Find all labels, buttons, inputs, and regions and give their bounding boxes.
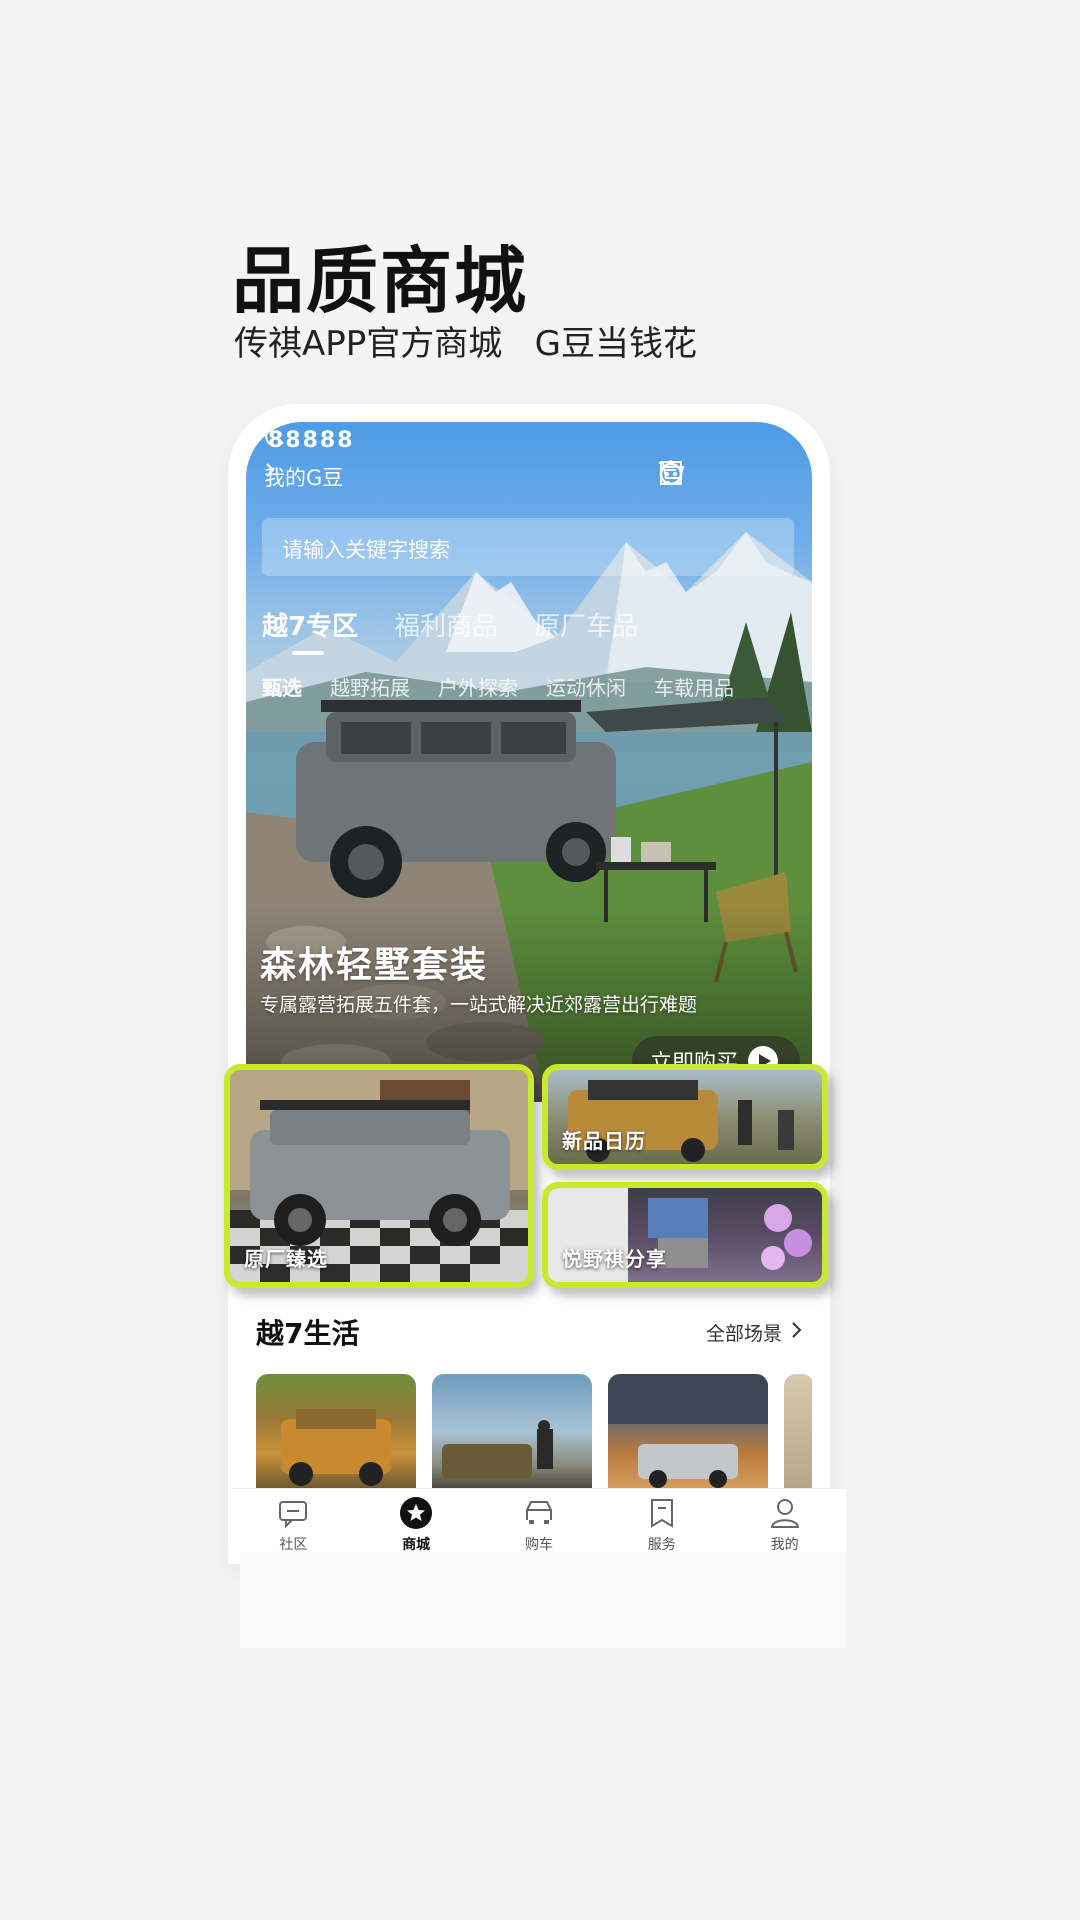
hero-banner[interactable]: 88888 我的G豆 请输入关键字搜索 越7专区 福利商品 原厂车品 甄选 越野…: [246, 422, 812, 1102]
sub-tabs: 甄选 越野拓展 户外探索 运动休闲 车载用品: [262, 672, 734, 701]
my-gdou-link[interactable]: 我的G豆: [264, 462, 349, 492]
new-product-calendar-card[interactable]: 新品日历: [542, 1064, 828, 1170]
nav-buy-car-label: 购车: [524, 1537, 553, 1553]
hero-title: 森林轻墅套装: [260, 945, 489, 986]
profile-icon: [768, 1496, 802, 1530]
search-input[interactable]: 请输入关键字搜索: [262, 518, 794, 576]
phone-screen: 88888 我的G豆 请输入关键字搜索 越7专区 福利商品 原厂车品 甄选 越野…: [246, 422, 812, 1488]
subtab-sports[interactable]: 运动休闲: [546, 672, 626, 701]
subtab-offroad[interactable]: 越野拓展: [330, 672, 410, 701]
nav-mall-label: 商城: [402, 1537, 431, 1553]
header-actions: [656, 458, 798, 488]
new-product-calendar-label: 新品日历: [562, 1129, 646, 1153]
section-header: 越7生活 全部场景: [256, 1312, 802, 1352]
oem-selection-card[interactable]: 原厂臻选: [224, 1064, 534, 1288]
tab-oem-accessories[interactable]: 原厂车品: [534, 606, 638, 643]
tab-welfare[interactable]: 福利商品: [394, 606, 498, 643]
yueye-share-label: 悦野祺分享: [562, 1247, 667, 1271]
nav-service-label: 服务: [647, 1537, 676, 1553]
scene-thumbnail[interactable]: [608, 1374, 768, 1488]
scene-thumbnail[interactable]: [256, 1374, 416, 1488]
chevron-right-icon: [790, 1321, 802, 1344]
hero-description: 专属露营拓展五件套，一站式解决近郊露营出行难题: [260, 994, 698, 1016]
mall-star-icon: [399, 1496, 433, 1530]
promo-subtitle: 传祺APP官方商城 G豆当钱花: [234, 324, 698, 364]
promo-title: 品质商城: [232, 239, 529, 323]
scene-thumbnail[interactable]: [432, 1374, 592, 1488]
order-icon[interactable]: [660, 458, 742, 488]
tab-yue7[interactable]: 越7专区: [262, 606, 358, 655]
car-icon: [522, 1496, 556, 1530]
scene-thumbnail[interactable]: [784, 1374, 812, 1488]
section-title: 越7生活: [256, 1317, 360, 1350]
community-icon: [276, 1496, 310, 1530]
subtab-car-accessories[interactable]: 车载用品: [654, 672, 734, 701]
all-scenes-label: 全部场景: [705, 1322, 782, 1345]
subtab-outdoor[interactable]: 户外探索: [438, 672, 518, 701]
all-scenes-link[interactable]: 全部场景: [706, 1319, 802, 1346]
service-icon: [645, 1496, 679, 1530]
scene-thumbnails: [256, 1374, 812, 1488]
nav-community-label: 社区: [279, 1537, 308, 1553]
subtab-selected[interactable]: 甄选: [262, 672, 302, 701]
oem-selection-label: 原厂臻选: [244, 1247, 328, 1271]
g-bean-balance: 88888: [264, 428, 355, 453]
yueye-share-card[interactable]: 悦野祺分享: [542, 1182, 828, 1288]
phone-bottom-panel: [240, 1552, 846, 1648]
customer-service-icon[interactable]: [659, 458, 798, 488]
nav-profile-label: 我的: [770, 1537, 799, 1553]
main-tabs: 越7专区 福利商品 原厂车品: [262, 606, 638, 655]
